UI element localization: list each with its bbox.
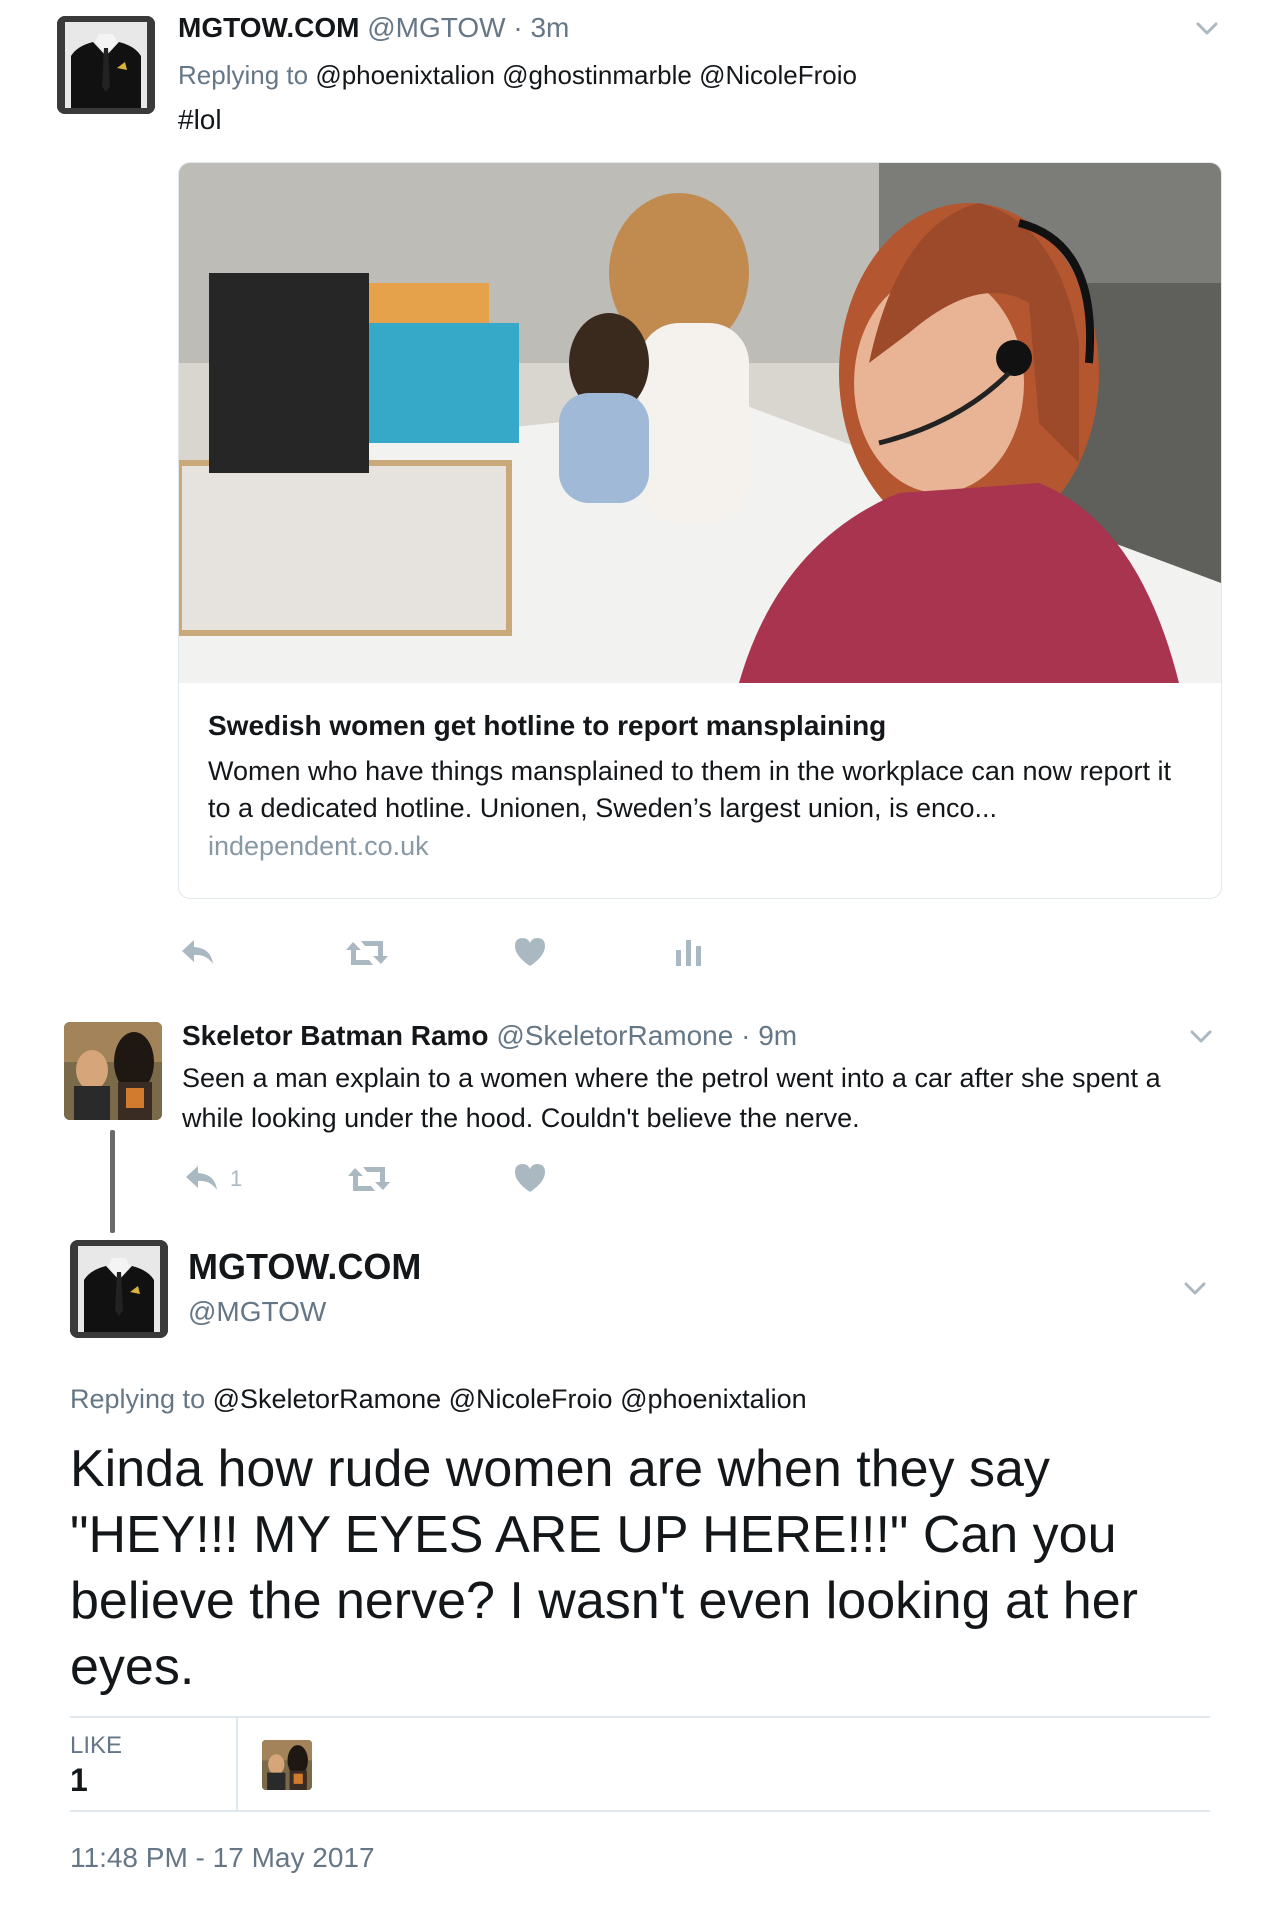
liker-avatar[interactable] — [262, 1740, 312, 1790]
replying-to-links[interactable]: @phoenixtalion @ghostinmarble @NicoleFro… — [315, 60, 857, 90]
author-name[interactable]: MGTOW.COM — [188, 1246, 421, 1288]
retweet-button[interactable] — [347, 1164, 391, 1194]
author-handle[interactable]: @SkeletorRamone — [496, 1020, 733, 1051]
like-icon — [515, 1164, 545, 1192]
avatar[interactable] — [64, 1022, 162, 1120]
like-stat-label[interactable]: LIKE — [70, 1732, 122, 1760]
author-handle[interactable]: @MGTOW — [188, 1296, 326, 1328]
like-stat-count[interactable]: 1 — [70, 1762, 88, 1799]
thread-connector-line — [110, 1130, 115, 1233]
tweet-text: Seen a man explain to a women where the … — [182, 1063, 1161, 1133]
reply-button[interactable] — [180, 938, 216, 968]
avatar[interactable] — [57, 16, 155, 114]
replying-label: Replying to — [178, 60, 309, 90]
author-name[interactable]: Skeletor Batman Ramo — [182, 1020, 489, 1051]
chevron-down-icon[interactable] — [1190, 1026, 1212, 1048]
link-card[interactable]: Swedish women get hotline to report mans… — [178, 162, 1222, 899]
tweet-timestamp[interactable]: 11:48 PM - 17 May 2017 — [70, 1842, 375, 1874]
retweet-icon — [346, 941, 388, 965]
photo-avatar-image — [262, 1740, 312, 1790]
tweet-text: #lol — [178, 104, 222, 135]
author-handle[interactable]: @MGTOW — [367, 12, 505, 43]
analytics-button[interactable] — [674, 936, 704, 968]
replying-label: Replying to — [70, 1384, 206, 1414]
replying-to-links[interactable]: @SkeletorRamone @NicoleFroio @phoenixtal… — [213, 1384, 807, 1414]
suit-avatar-image — [57, 16, 155, 114]
chevron-down-icon[interactable] — [1196, 18, 1218, 40]
photo-avatar-image — [64, 1022, 162, 1120]
like-button[interactable] — [513, 1162, 547, 1194]
tweet-time[interactable]: · 3m — [513, 12, 569, 43]
card-domain[interactable]: independent.co.uk — [208, 831, 429, 862]
retweet-icon — [348, 1167, 390, 1191]
card-image — [179, 163, 1221, 683]
analytics-icon — [676, 940, 701, 966]
reply-icon — [186, 1166, 217, 1190]
divider — [70, 1810, 1210, 1812]
tweet-time[interactable]: · 9m — [741, 1020, 797, 1051]
tweet-text: Kinda how rude women are when they say "… — [70, 1440, 1138, 1696]
like-icon — [515, 938, 545, 966]
reply-count: 1 — [230, 1166, 243, 1191]
suit-avatar-image — [70, 1240, 168, 1338]
reply-icon — [182, 940, 213, 964]
chevron-down-icon[interactable] — [1184, 1278, 1206, 1300]
card-description: Women who have things mansplained to the… — [208, 756, 1172, 823]
card-title[interactable]: Swedish women get hotline to report mans… — [208, 710, 886, 742]
divider — [70, 1716, 1210, 1718]
divider — [236, 1718, 238, 1810]
author-name[interactable]: MGTOW.COM — [178, 12, 359, 43]
avatar[interactable] — [70, 1240, 168, 1338]
retweet-button[interactable] — [345, 938, 389, 968]
like-button[interactable] — [513, 936, 547, 968]
reply-button[interactable]: 1 — [184, 1164, 242, 1194]
